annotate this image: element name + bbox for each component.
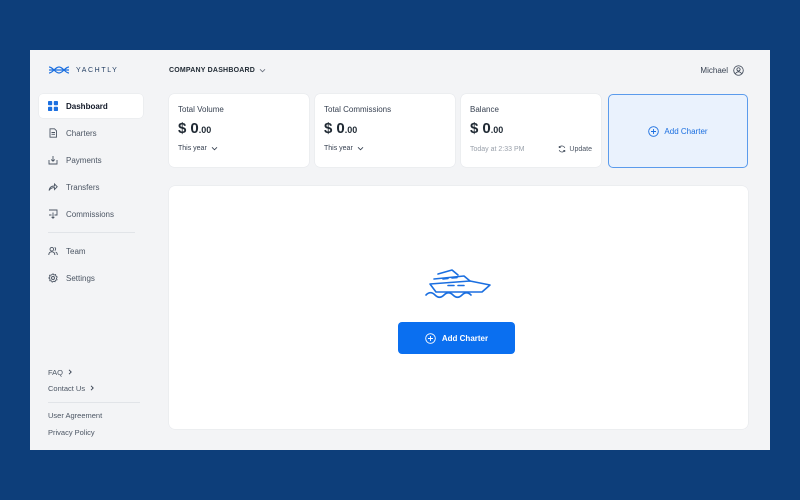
nav-divider xyxy=(48,232,135,233)
sidebar-item-charters[interactable]: Charters xyxy=(39,121,143,145)
user-name: Michael xyxy=(700,65,728,75)
card-value-cents: .00 xyxy=(344,125,358,135)
help-links: FAQ Contact Us User Agreement Privacy Po… xyxy=(48,364,140,441)
document-icon xyxy=(49,128,57,138)
card-value: $ 0 .00 xyxy=(470,120,592,137)
chevron-down-icon xyxy=(259,68,266,72)
faq-link-label: FAQ xyxy=(48,367,64,377)
sidebar-item-settings[interactable]: Settings xyxy=(39,266,143,290)
sidebar-item-dashboard[interactable]: Dashboard xyxy=(39,94,143,118)
period-dropdown[interactable]: This year xyxy=(324,145,364,152)
chevron-down-icon xyxy=(211,146,218,151)
chevron-down-icon xyxy=(357,146,364,151)
update-label: Update xyxy=(569,145,592,153)
share-arrow-icon xyxy=(48,182,58,191)
sidebar-item-label: Dashboard xyxy=(66,101,108,111)
sidebar-item-label: Charters xyxy=(66,128,97,138)
sidebar-item-label: Transfers xyxy=(66,182,100,192)
empty-state-panel: Add Charter xyxy=(169,186,748,429)
inbox-download-icon xyxy=(48,156,58,165)
brand-name: YACHTLY xyxy=(76,66,119,74)
card-footer: This year xyxy=(178,145,300,152)
sidebar-item-label: Settings xyxy=(66,273,95,283)
card-value-cents: .00 xyxy=(490,125,504,135)
card-footer: This year xyxy=(324,145,446,152)
plus-circle-icon xyxy=(648,125,660,137)
sidebar-nav: Dashboard Charters Payments Transfers Co… xyxy=(39,94,143,293)
grid-icon xyxy=(48,101,58,111)
card-value: $ 0 .00 xyxy=(324,120,446,137)
card-value-whole: 0 xyxy=(336,120,345,137)
people-icon xyxy=(48,246,58,256)
chevron-right-icon xyxy=(90,385,94,391)
card-value-cents: .00 xyxy=(198,125,212,135)
period-dropdown[interactable]: This year xyxy=(178,145,218,152)
update-button[interactable]: Update xyxy=(558,145,592,153)
add-charter-button[interactable]: Add Charter xyxy=(398,322,515,354)
app-window: YACHTLY Dashboard Charters Payments Tran… xyxy=(30,50,770,450)
gear-icon xyxy=(48,273,58,283)
company-dashboard-label: COMPANY DASHBOARD xyxy=(169,66,255,74)
sidebar-item-team[interactable]: Team xyxy=(39,239,143,263)
user-icon xyxy=(733,64,744,76)
card-currency: $ xyxy=(324,120,333,137)
sidebar-item-label: Commissions xyxy=(66,209,115,219)
contact-us-link[interactable]: Contact Us xyxy=(48,380,140,396)
sidebar-item-commissions[interactable]: Commissions xyxy=(39,202,143,226)
card-value-whole: 0 xyxy=(190,120,199,137)
knot-logo-icon xyxy=(48,66,70,74)
balance-timestamp: Today at 2:33 PM xyxy=(470,145,525,153)
sidebar-item-transfers[interactable]: Transfers xyxy=(39,175,143,199)
user-agreement-link[interactable]: User Agreement xyxy=(48,407,140,424)
period-label: This year xyxy=(324,145,353,152)
card-footer: Today at 2:33 PM Update xyxy=(470,145,592,153)
balance-card: Balance $ 0 .00 Today at 2:33 PM Update xyxy=(461,94,601,167)
refresh-icon xyxy=(559,145,566,153)
add-charter-card-label: Add Charter xyxy=(664,126,708,136)
card-label: Total Commissions xyxy=(324,105,392,114)
card-value: $ 0 .00 xyxy=(178,120,300,137)
sidebar-item-payments[interactable]: Payments xyxy=(39,148,143,172)
faq-link[interactable]: FAQ xyxy=(48,364,140,380)
sub-divider xyxy=(48,402,140,403)
user-menu[interactable]: Michael xyxy=(700,64,744,76)
card-currency: $ xyxy=(470,120,479,137)
chat-download-icon xyxy=(49,209,58,219)
card-value-whole: 0 xyxy=(482,120,491,137)
company-dashboard-dropdown[interactable]: COMPANY DASHBOARD xyxy=(169,64,266,76)
add-charter-card[interactable]: Add Charter xyxy=(608,94,748,168)
total-commissions-card: Total Commissions $ 0 .00 This year xyxy=(315,94,455,167)
contact-us-link-label: Contact Us xyxy=(48,383,86,393)
card-label: Total Volume xyxy=(178,105,224,114)
brand-logo[interactable]: YACHTLY xyxy=(48,64,118,76)
chevron-right-icon xyxy=(68,369,72,375)
sidebar-item-label: Team xyxy=(66,246,86,256)
privacy-policy-link[interactable]: Privacy Policy xyxy=(48,424,140,441)
sidebar: YACHTLY Dashboard Charters Payments Tran… xyxy=(30,50,152,450)
plus-circle-icon xyxy=(425,332,436,344)
card-label: Balance xyxy=(470,105,499,114)
sidebar-item-label: Payments xyxy=(66,155,102,165)
add-charter-button-label: Add Charter xyxy=(441,333,489,343)
yacht-icon xyxy=(425,269,491,299)
period-label: This year xyxy=(178,145,207,152)
total-volume-card: Total Volume $ 0 .00 This year xyxy=(169,94,309,167)
card-currency: $ xyxy=(178,120,187,137)
